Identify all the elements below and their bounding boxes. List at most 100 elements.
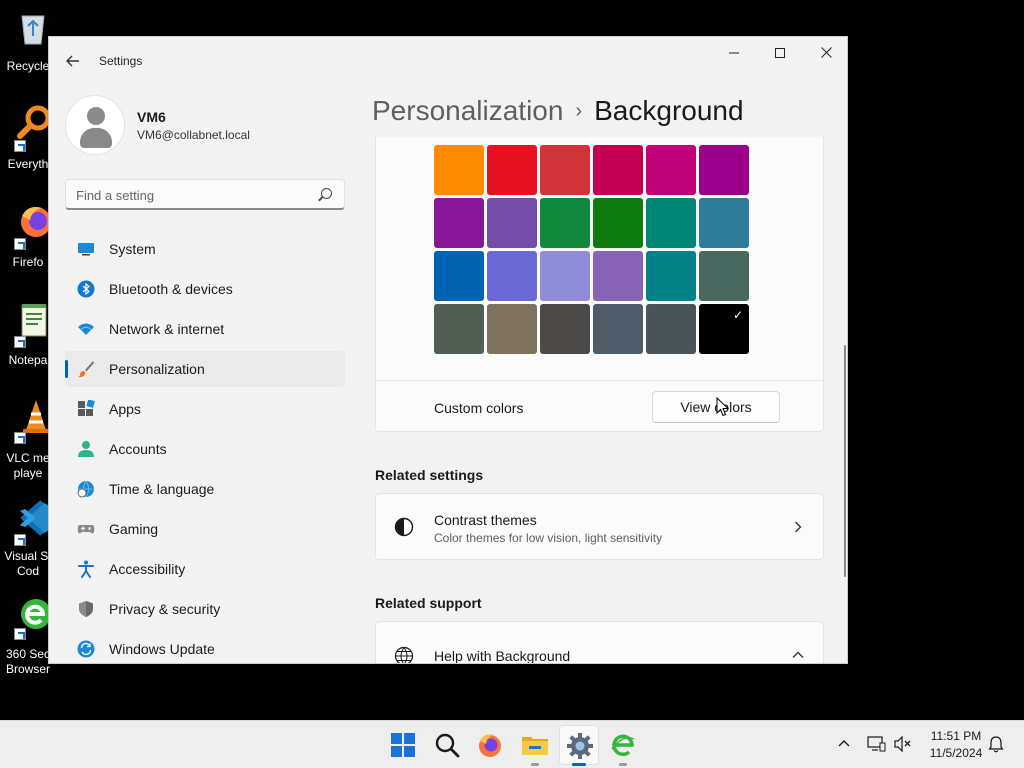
row-subtitle: Color themes for low vision, light sensi… [434, 531, 663, 545]
color-swatch[interactable] [434, 145, 484, 195]
color-swatch[interactable] [434, 198, 484, 248]
color-swatch[interactable] [540, 251, 590, 301]
color-swatch[interactable] [540, 198, 590, 248]
monitor-icon [78, 243, 94, 256]
desktop-icon-label: Recycle [6, 59, 50, 73]
sidebar-item-network[interactable]: Network & internet [65, 311, 345, 347]
search-input[interactable] [76, 186, 316, 204]
sidebar-item-label: System [109, 241, 156, 257]
desktop-icon-label: Firefo [12, 255, 44, 269]
file-explorer-icon[interactable] [519, 729, 551, 761]
sidebar-item-accounts[interactable]: Accounts [65, 431, 345, 467]
sidebar-item-accessibility[interactable]: Accessibility [65, 551, 345, 587]
shortcut-arrow-icon [14, 628, 26, 640]
360-browser-icon[interactable] [607, 729, 639, 761]
color-swatch[interactable] [540, 304, 590, 354]
start-icon[interactable] [387, 729, 419, 761]
color-swatch[interactable] [487, 145, 537, 195]
row-title: Contrast themes [434, 512, 537, 528]
desktop-icon-label: Notepa [8, 353, 48, 367]
recycle-bin-icon [21, 15, 45, 45]
color-swatch[interactable] [434, 304, 484, 354]
color-swatch[interactable] [434, 251, 484, 301]
sidebar-item-label: Gaming [109, 521, 159, 537]
color-swatch[interactable]: ✓ [699, 304, 749, 354]
sidebar-item-privacy-security[interactable]: Privacy & security [65, 591, 345, 627]
color-swatch[interactable] [487, 198, 537, 248]
sidebar-item-bluetooth[interactable]: Bluetooth & devices [65, 271, 345, 307]
everything-search-icon [17, 105, 50, 139]
shield-icon [79, 601, 93, 617]
breadcrumb-separator: › [575, 100, 583, 122]
avatar[interactable] [65, 95, 125, 155]
sidebar-item-windows-update[interactable]: Windows Update [65, 631, 345, 663]
search-icon [321, 188, 332, 199]
sidebar-item-label: Windows Update [109, 641, 215, 657]
close-button[interactable] [803, 37, 847, 69]
sidebar-item-label: Accessibility [109, 561, 186, 577]
mouse-cursor-icon [716, 397, 729, 417]
color-swatch[interactable] [646, 251, 696, 301]
network-icon[interactable] [866, 735, 886, 753]
sidebar-item-system[interactable]: System [65, 231, 345, 267]
desktop-icon-label-line2: Cod [16, 564, 39, 578]
color-swatch[interactable] [699, 198, 749, 248]
clock-time[interactable]: 11:51 PM [920, 729, 992, 743]
minimize-button[interactable] [711, 37, 757, 69]
breadcrumb: Personalization › Background [372, 93, 744, 132]
bluetooth-icon [77, 280, 95, 298]
volume-muted-icon[interactable] [894, 736, 912, 752]
title-bar: Settings [49, 37, 847, 85]
color-swatch[interactable] [487, 304, 537, 354]
notification-bell-icon[interactable] [988, 735, 1004, 753]
contrast-themes-row[interactable]: Contrast themes Color themes for low vis… [375, 493, 824, 560]
arrow-left-icon [66, 55, 79, 67]
app-active-indicator [572, 763, 586, 766]
vlc-icon [23, 400, 49, 433]
sidebar-item-label: Network & internet [109, 321, 225, 337]
accessibility-icon [78, 560, 94, 578]
color-swatch[interactable] [593, 145, 643, 195]
firefox-icon [21, 207, 50, 237]
sidebar-item-personalization[interactable]: Personalization [65, 351, 345, 387]
wifi-icon [78, 323, 94, 335]
search-icon[interactable] [431, 729, 463, 761]
update-icon [77, 640, 95, 658]
settings-window: Settings VM6 VM6@collabnet.local System [48, 36, 848, 664]
color-swatch[interactable] [593, 198, 643, 248]
taskbar-settings-button[interactable] [559, 725, 599, 765]
vscode-icon [20, 500, 48, 536]
brush-icon [78, 361, 94, 378]
color-swatch[interactable] [699, 145, 749, 195]
color-swatch[interactable] [646, 304, 696, 354]
accent-color-card: ✓ Custom colors View colors [375, 137, 824, 432]
shortcut-arrow-icon [14, 238, 26, 250]
back-button[interactable] [61, 49, 85, 73]
clock-date[interactable]: 11/5/2024 [920, 746, 992, 760]
close-icon [820, 47, 832, 58]
chevron-up-icon[interactable] [838, 739, 850, 747]
related-settings-heading: Related settings [375, 467, 484, 483]
color-swatch[interactable] [593, 251, 643, 301]
related-support-heading: Related support [375, 595, 482, 611]
sidebar-item-time-language[interactable]: Time & language [65, 471, 345, 507]
scrollbar[interactable] [844, 345, 846, 577]
color-swatch[interactable] [646, 145, 696, 195]
maximize-button[interactable] [757, 37, 803, 69]
profile-name: VM6 [137, 109, 166, 125]
color-swatch[interactable] [593, 304, 643, 354]
firefox-icon[interactable] [474, 729, 506, 761]
help-with-background-row[interactable]: Help with Background [375, 621, 824, 663]
360-browser-icon [21, 599, 50, 629]
avatar-body-icon [80, 128, 112, 148]
sidebar-item-apps[interactable]: Apps [65, 391, 345, 427]
shortcut-arrow-icon [14, 432, 26, 444]
color-swatch[interactable] [646, 198, 696, 248]
search-box[interactable] [65, 179, 345, 210]
sidebar-item-gaming[interactable]: Gaming [65, 511, 345, 547]
color-swatch[interactable] [487, 251, 537, 301]
globe-clock-icon [77, 480, 94, 498]
breadcrumb-parent[interactable]: Personalization [372, 95, 563, 126]
color-swatch[interactable] [540, 145, 590, 195]
color-swatch[interactable] [699, 251, 749, 301]
